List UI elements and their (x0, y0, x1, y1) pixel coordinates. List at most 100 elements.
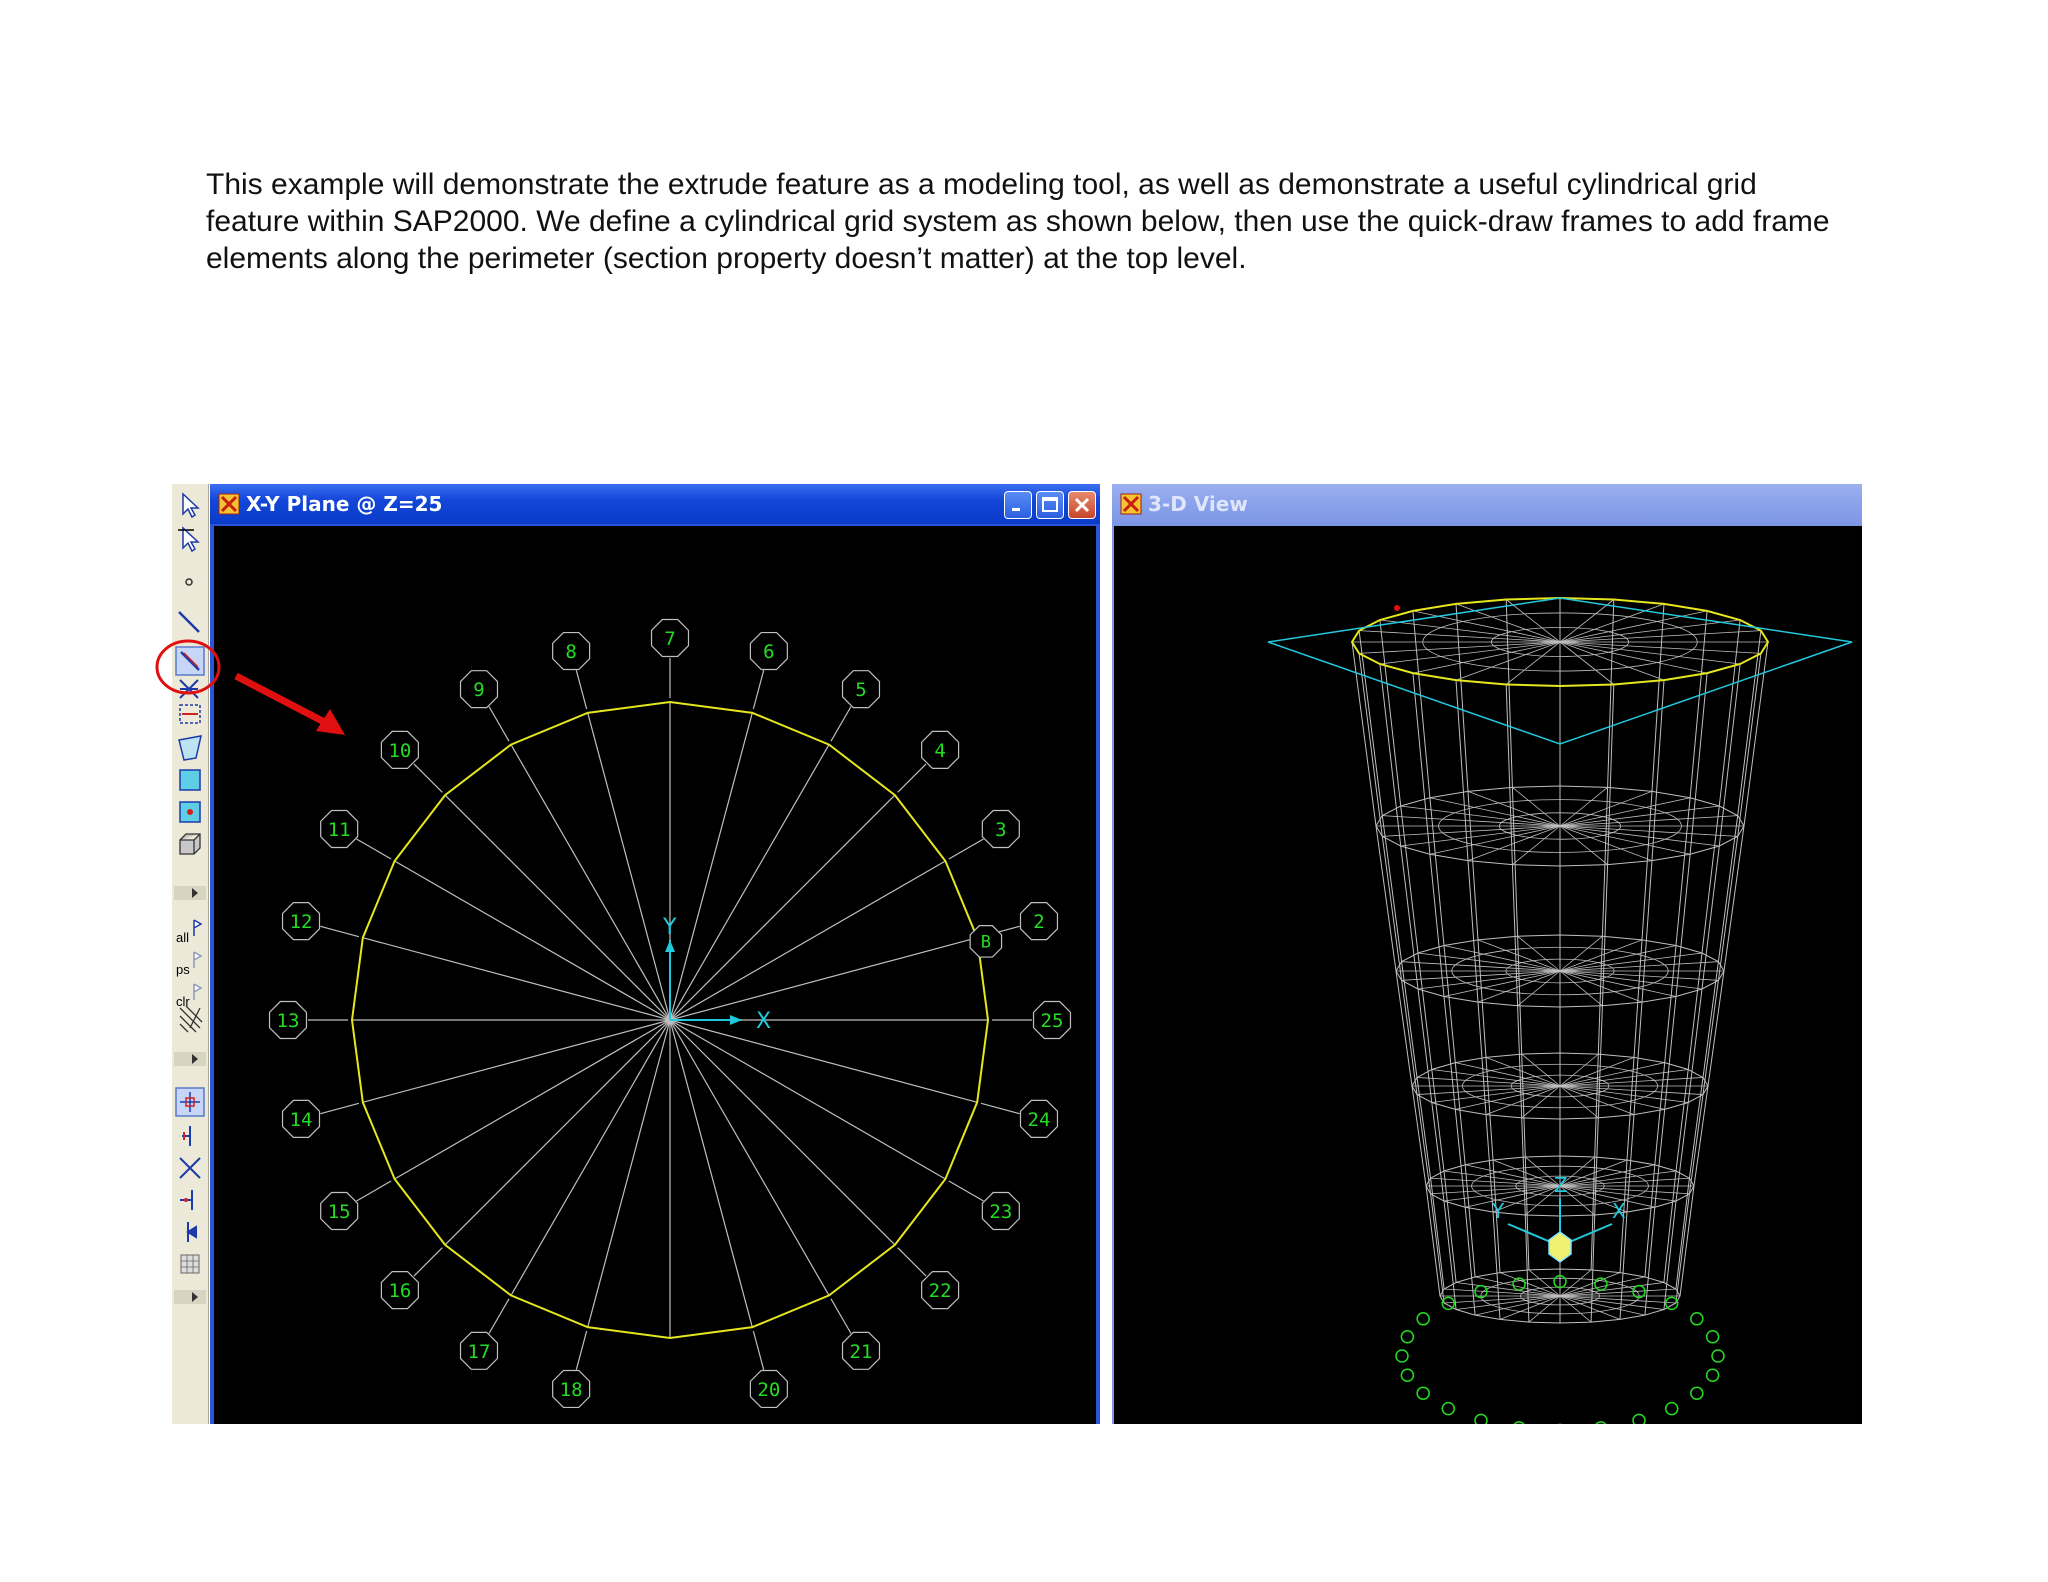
base-grid-bubble (1690, 1386, 1704, 1400)
snap-line-ends-icon[interactable] (182, 1126, 191, 1146)
radial-grid-line (669, 1019, 896, 1246)
level-radial-line (1559, 1177, 1690, 1187)
grid-bubble-label: 25 (1041, 1010, 1064, 1032)
xy-plane-window[interactable]: X-Y Plane @ Z=25 25 2 3 4 5 6 7 8 9 10 11 12 13 14 15 1… (210, 484, 1100, 1424)
column-line (1644, 673, 1708, 1316)
snap-fine-grid-icon[interactable] (180, 1254, 200, 1274)
pointer-icon[interactable] (182, 492, 200, 519)
sap2000-workspace: all ps clr X-Y Plane @ Z=25 25 2 3 4 5 6 7 8 9 10… (172, 484, 1862, 1424)
base-grid-bubble (1632, 1413, 1646, 1424)
grid-bubble-label: 18 (560, 1379, 583, 1401)
grid-bubble-label: 15 (328, 1201, 351, 1223)
xy-plane-titlebar[interactable]: X-Y Plane @ Z=25 (210, 484, 1100, 524)
level-radial-line (1517, 935, 1561, 972)
minimize-icon (1012, 508, 1020, 511)
radial-grid-line (510, 1019, 671, 1296)
minimize-button[interactable] (1004, 491, 1032, 519)
3d-view-window[interactable]: 3-D View X Y Z (1112, 484, 1862, 1424)
level-radial-line (1559, 1295, 1592, 1323)
radial-grid-line (587, 1019, 671, 1328)
previous-select-flag-icon[interactable] (193, 951, 203, 968)
grid-bubble-leader (356, 838, 392, 860)
snap-intersections-icon[interactable] (179, 1157, 201, 1179)
xy-plane-canvas[interactable]: 25 2 3 4 5 6 7 8 9 10 11 12 13 14 15 16 17 18 20 21 22 23 24 B X… (214, 526, 1096, 1424)
level-radial-line (1559, 961, 1719, 972)
grid-bubble-leader (488, 1298, 510, 1334)
select-all-label[interactable]: all (176, 930, 189, 945)
xy-plane-title: X-Y Plane @ Z=25 (246, 492, 443, 516)
close-icon (1074, 497, 1090, 513)
sap-app-icon (218, 493, 240, 515)
level-radial-line (1505, 599, 1561, 643)
intersecting-line-select-icon[interactable] (179, 1005, 203, 1033)
grid-bubble-label: 20 (757, 1379, 780, 1401)
draw-poly-area-icon[interactable] (178, 735, 202, 761)
column-line (1412, 673, 1476, 1316)
draw-joint-icon[interactable] (185, 578, 193, 586)
toolbar-expand-icon-3[interactable] (174, 1290, 206, 1304)
xy-plane-drawing[interactable]: 2523456789101112131415161718 2021222324BX… (214, 526, 1096, 1424)
quick-draw-braces-icon[interactable] (179, 679, 199, 699)
close-button[interactable] (1068, 491, 1096, 519)
level-radial-line (1521, 1085, 1561, 1119)
clear-select-flag-icon[interactable] (193, 983, 203, 1000)
radial-grid-line (669, 1019, 830, 1296)
3d-view-titlebar[interactable]: 3-D View (1112, 484, 1862, 524)
level-radial-line (1505, 641, 1561, 685)
3d-model-drawing[interactable]: X Y Z (1114, 526, 1862, 1424)
draw-frame-icon[interactable] (178, 611, 200, 633)
grid-bubble-leader (575, 1330, 588, 1370)
grid-bubble-label: 10 (388, 740, 411, 762)
grid-bubble-label: 14 (290, 1109, 313, 1131)
column-line (1379, 663, 1457, 1310)
toolbar-expand-icon[interactable] (174, 886, 206, 900)
grid-bubble-label: 11 (328, 819, 351, 841)
clear-selection-label[interactable]: clr (176, 994, 190, 1009)
3d-view-canvas[interactable]: X Y Z (1114, 526, 1862, 1424)
grid-bubble-leader (830, 706, 852, 742)
snap-joints-icon[interactable] (175, 1087, 205, 1117)
quick-draw-area-icon[interactable] (179, 801, 201, 823)
level-radial-line (1559, 787, 1608, 827)
maximize-button[interactable] (1036, 491, 1064, 519)
quick-draw-secondary-icon[interactable] (179, 704, 201, 724)
draw-rect-area-icon[interactable] (179, 769, 201, 791)
grid-bubble-label: 3 (995, 819, 1006, 841)
y-axis-label: Y (662, 915, 677, 940)
snap-perpendicular-icon[interactable] (180, 1190, 193, 1210)
radial-grid-line (444, 794, 671, 1021)
grid-bubble-leader (830, 1298, 852, 1334)
quick-draw-frame-icon[interactable] (175, 646, 205, 676)
level-radial-line (1430, 1177, 1561, 1187)
radial-grid-line (362, 1019, 671, 1103)
level-radial-line (1444, 1295, 1561, 1304)
level-radial-line (1512, 825, 1561, 865)
draw-solid-icon[interactable] (179, 833, 201, 855)
radial-grid-line (587, 712, 671, 1021)
base-grid-bubble (1513, 1421, 1525, 1424)
select-all-flag-icon[interactable] (193, 919, 203, 936)
radial-grid-line (669, 744, 830, 1021)
grid-bubble-label: 5 (855, 679, 866, 701)
level-radial-line (1517, 970, 1561, 1007)
grid-bubble-label: 4 (934, 740, 945, 762)
y-axis-3d-label: Y (1491, 1199, 1505, 1223)
x-axis-3d-label: X (1612, 1199, 1626, 1223)
grid-bubble-label: 17 (468, 1341, 491, 1363)
grid-bubble-label: 8 (565, 641, 576, 663)
base-grid-bubble (1474, 1413, 1488, 1424)
radial-grid-line (669, 937, 978, 1021)
grid-bubble-label: 6 (763, 641, 774, 663)
level-radial-line (1559, 1295, 1676, 1304)
level-radial-line (1559, 1288, 1676, 1297)
maximize-icon (1042, 497, 1058, 512)
level-radial-line (1559, 815, 1738, 827)
grid-bubble-leader (948, 1180, 984, 1202)
grid-bubble-label: 22 (929, 1280, 952, 1302)
snap-lines-edges-icon[interactable] (186, 1222, 197, 1242)
toolbar-expand-icon-2[interactable] (174, 1052, 206, 1066)
reshape-pointer-icon[interactable] (178, 526, 200, 553)
previous-selection-label[interactable]: ps (176, 962, 190, 977)
level-radial-line (1382, 815, 1561, 827)
grid-bubble-leader (320, 925, 360, 938)
